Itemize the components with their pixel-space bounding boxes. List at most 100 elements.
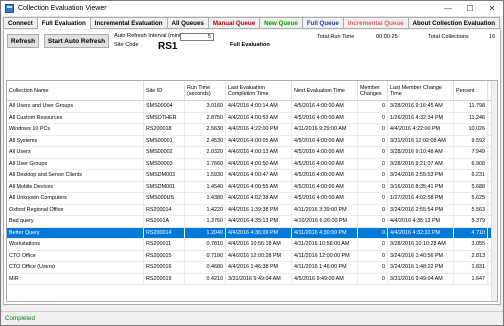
table-cell: 1.831 bbox=[454, 262, 488, 273]
column-header[interactable]: Next Evaluation Time bbox=[292, 81, 358, 100]
total-run-time-label: Total Run Time bbox=[317, 34, 355, 40]
tab-all-queues[interactable]: All Queues bbox=[166, 17, 209, 28]
table-row[interactable]: All Users SMS00002 2.0320 4/4/2016 4:00:13 … bbox=[7, 147, 497, 159]
table-cell: 3/31/2016 9:49:04 AM bbox=[226, 273, 292, 284]
table-cell: CTO Office bbox=[7, 250, 144, 261]
table-cell: 0 bbox=[358, 101, 388, 112]
site-code-value: RS1 bbox=[158, 41, 178, 52]
table-cell: 5.379 bbox=[454, 216, 488, 227]
table-row[interactable]: CTO Office RS200015 0.7190 4/4/2016 12:00:2… bbox=[7, 250, 497, 262]
table-cell: 2.4530 bbox=[185, 135, 226, 146]
table-cell: 10.026 bbox=[454, 124, 488, 135]
table-cell: 1.5930 bbox=[185, 170, 226, 181]
table-cell: 3/31/2016 9:49:04 AM bbox=[388, 273, 454, 284]
table-cell: 3/28/2016 9:16:45 AM bbox=[388, 101, 454, 112]
table-cell: Workstations bbox=[7, 239, 144, 250]
interval-input[interactable]: 5 bbox=[180, 33, 214, 41]
table-cell: 4/5/2016 4:00:00 AM bbox=[292, 135, 358, 146]
table-cell: 4/10/2016 6:26:00 PM bbox=[292, 216, 358, 227]
table-cell: 4/4/2016 4:00:53 AM bbox=[226, 112, 292, 123]
table-cell: Oxford Regional Office bbox=[7, 204, 144, 215]
status-bar: Completed bbox=[1, 311, 503, 325]
table-row[interactable]: Oxford Regional Office RS200014 1.4220 4/4/… bbox=[7, 204, 497, 216]
table-row[interactable]: Bad query RS2001A 1.3750 4/4/2016 4:35:13 P… bbox=[7, 216, 497, 228]
grid-header: Collection Name Site ID Run Time (seconds)… bbox=[7, 81, 497, 101]
table-cell: 4/4/2016 4:32:31 PM bbox=[388, 227, 454, 238]
table-cell: 4/5/2016 4:00:00 AM bbox=[292, 147, 358, 158]
table-cell: 5.625 bbox=[454, 193, 488, 204]
table-row[interactable]: MiR RS200019 0.4210 3/31/2016 9:49:04 AM 4/5… bbox=[7, 273, 497, 285]
main-window: Collection Evaluation Viewer — ☐ ✕ Conne… bbox=[0, 0, 504, 326]
table-cell: 3/24/2016 2:55:53 PM bbox=[388, 170, 454, 181]
column-header[interactable]: Site ID bbox=[144, 81, 185, 100]
table-cell: RS200015 bbox=[144, 250, 185, 261]
table-cell: RS200016 bbox=[144, 262, 185, 273]
grid-body: All Users and User Groups SMS00004 3.0160 4… bbox=[7, 101, 497, 285]
tab-manual-queue[interactable]: Manual Queue bbox=[207, 17, 261, 28]
tab-connect[interactable]: Connect bbox=[3, 17, 38, 28]
window-title: Collection Evaluation Viewer bbox=[18, 5, 107, 12]
column-header[interactable]: Collection Name bbox=[7, 81, 144, 100]
column-header[interactable]: Last Evaluation Completion Time bbox=[226, 81, 292, 100]
table-cell: 4/5/2016 4:00:00 AM bbox=[292, 101, 358, 112]
table-cell: Better Query bbox=[7, 227, 144, 238]
table-cell: 0.7810 bbox=[185, 239, 226, 250]
table-cell: RS200014 bbox=[144, 227, 185, 238]
table-cell: All Users and User Groups bbox=[7, 101, 144, 112]
table-cell: 3/24/2016 1:40:56 PM bbox=[388, 250, 454, 261]
title-bar: Collection Evaluation Viewer — ☐ ✕ bbox=[1, 1, 503, 17]
table-row[interactable]: Better Query RS200014 1.2040 4/4/2016 4:36:… bbox=[7, 227, 497, 239]
table-cell: 4/11/2016 3:39:00 PM bbox=[292, 204, 358, 215]
minimize-icon[interactable]: — bbox=[437, 1, 459, 17]
table-cell: All Custom Resources bbox=[7, 112, 144, 123]
table-cell: RS2001A bbox=[144, 216, 185, 227]
app-icon bbox=[5, 4, 14, 13]
table-cell: 6.231 bbox=[454, 170, 488, 181]
table-row[interactable]: All Unknown Computers SMS000US 1.4380 4/4/2… bbox=[7, 193, 497, 205]
table-cell: 4/11/2016 9:29:00 AM bbox=[292, 124, 358, 135]
table-cell: 2.8750 bbox=[185, 112, 226, 123]
column-header[interactable]: Run Time (seconds) bbox=[185, 81, 226, 100]
column-header[interactable]: Member Changes bbox=[358, 81, 388, 100]
table-row[interactable]: All Custom Resources SMSOTHER 2.8750 4/4/20… bbox=[7, 112, 497, 124]
site-code-label: Site Code bbox=[114, 42, 139, 48]
maximize-icon[interactable]: ☐ bbox=[459, 1, 481, 17]
tab-full-queue[interactable]: Full Queue bbox=[301, 17, 344, 28]
column-header[interactable]: Last Member Change Time bbox=[388, 81, 454, 100]
table-cell: 0 bbox=[358, 227, 388, 238]
table-row[interactable]: All Users and User Groups SMS00004 3.0160 4… bbox=[7, 101, 497, 113]
table-row[interactable]: Windows 10 PCs RS200018 2.5630 4/4/2016 4:2… bbox=[7, 124, 497, 136]
start-auto-refresh-button[interactable]: Start Auto Refresh bbox=[44, 34, 109, 48]
table-cell: 2.0320 bbox=[185, 147, 226, 158]
table-cell: 4/4/2016 1:46:38 PM bbox=[226, 262, 292, 273]
close-icon[interactable]: ✕ bbox=[481, 1, 503, 17]
table-row[interactable]: All User Groups SMS00003 1.7660 4/4/2016 4:… bbox=[7, 158, 497, 170]
tab-incremental-evaluation[interactable]: Incremental Evaluation bbox=[89, 17, 168, 28]
table-row[interactable]: Workstations RS200011 0.7810 4/4/2016 10:56… bbox=[7, 239, 497, 251]
tab-about-collection-evaluation[interactable]: About Collection Evaluation bbox=[407, 17, 501, 28]
tab-full-evaluation[interactable]: Full Evaluation bbox=[36, 17, 91, 29]
tab-incremental-queue[interactable]: Incremental Queue bbox=[342, 17, 409, 28]
tab-new-queue[interactable]: New Queue bbox=[259, 17, 303, 28]
column-header[interactable]: Percent bbox=[454, 81, 488, 100]
vertical-scrollbar[interactable] bbox=[491, 81, 497, 301]
table-cell: 4/11/2016 1:46:00 PM bbox=[292, 262, 358, 273]
table-cell: SMSDM001 bbox=[144, 181, 185, 192]
table-cell: 1.7660 bbox=[185, 158, 226, 169]
table-cell: 3/24/2016 1:48:22 PM bbox=[388, 262, 454, 273]
table-row[interactable]: All Desktop and Server Clients SMSDM003 1.… bbox=[7, 170, 497, 182]
table-cell: 3.055 bbox=[454, 239, 488, 250]
table-cell: 0 bbox=[358, 147, 388, 158]
table-cell: 4/5/2016 4:00:00 AM bbox=[292, 158, 358, 169]
table-cell: SMS00002 bbox=[144, 147, 185, 158]
table-cell: 4/4/2016 4:22:00 PM bbox=[226, 124, 292, 135]
table-cell: 3/24/2016 2:55:54 PM bbox=[388, 204, 454, 215]
table-cell: 1/26/2016 4:32:34 PM bbox=[388, 112, 454, 123]
table-row[interactable]: All Systems SMS00001 2.4530 4/4/2016 4:00:0… bbox=[7, 135, 497, 147]
table-cell: 4/4/2016 4:35:13 PM bbox=[388, 216, 454, 227]
refresh-button[interactable]: Refresh bbox=[7, 34, 39, 48]
table-row[interactable]: CTO Office (Users) RS200016 0.4680 4/4/2016… bbox=[7, 262, 497, 274]
table-cell: 0 bbox=[358, 112, 388, 123]
table-cell: 1.2040 bbox=[185, 227, 226, 238]
table-row[interactable]: All Mobile Devices SMSDM001 1.4540 4/4/2016… bbox=[7, 181, 497, 193]
